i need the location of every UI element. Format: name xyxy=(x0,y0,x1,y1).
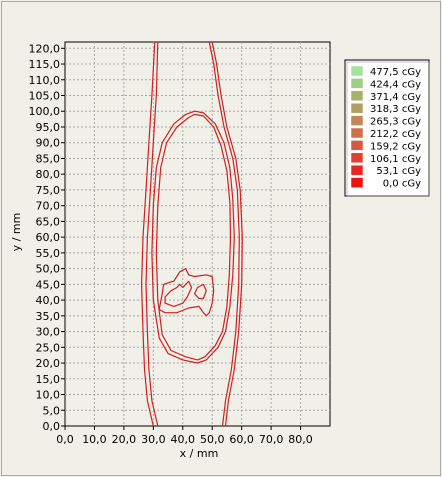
legend-label: 318,3 cGy xyxy=(370,104,421,115)
y-tick-label: 40,0 xyxy=(36,294,61,307)
dose-contour-chart: 0,0 10,0 20,0 30,0 40,0 50,0 60,0 70,0 80,0 0,0 5… xyxy=(10,41,430,460)
x-tick-labels: 0,0 10,0 20,0 30,0 40,0 50,0 60,0 70,0 80,0 xyxy=(56,426,313,446)
x-tick-label: 60,0 xyxy=(229,433,254,446)
y-tick-label: 55,0 xyxy=(36,247,61,260)
y-axis-label: y / mm xyxy=(10,213,23,252)
legend-label: 0,0 cGy xyxy=(383,179,421,190)
legend-swatch xyxy=(350,65,364,77)
legend-label: 424,4 cGy xyxy=(370,79,421,90)
y-tick-label: 70,0 xyxy=(36,200,61,213)
y-tick-label: 15,0 xyxy=(36,373,61,386)
x-tick-label: 50,0 xyxy=(200,433,225,446)
x-tick-label: 40,0 xyxy=(171,433,196,446)
y-tick-label: 10,0 xyxy=(36,389,61,402)
legend-swatch xyxy=(350,140,364,151)
y-tick-label: 5,0 xyxy=(43,404,61,417)
y-tick-label: 0,0 xyxy=(43,420,61,433)
legend-swatch xyxy=(350,102,364,114)
y-tick-label: 30,0 xyxy=(36,326,61,339)
y-tick-label: 110,0 xyxy=(29,74,61,87)
legend-label: 477,5 cGy xyxy=(370,67,421,78)
y-tick-label: 20,0 xyxy=(36,357,61,370)
x-tick-label: 30,0 xyxy=(141,433,166,446)
y-tick-label: 65,0 xyxy=(36,215,61,228)
y-tick-label: 100,0 xyxy=(29,105,61,118)
legend: 477,5 cGy424,4 cGy 371,4 cGy318,3 cGy 265,… xyxy=(344,59,430,197)
x-tick-label: 70,0 xyxy=(259,433,284,446)
x-tick-label: 20,0 xyxy=(112,433,137,446)
chart-window: 0,0 10,0 20,0 30,0 40,0 50,0 60,0 70,0 80,0 0,0 5… xyxy=(1,1,441,476)
x-tick-label: 10,0 xyxy=(82,433,107,446)
y-tick-label: 115,0 xyxy=(29,58,61,71)
y-tick-label: 35,0 xyxy=(36,310,61,323)
x-axis-label: x / mm xyxy=(180,447,219,460)
y-tick-label: 85,0 xyxy=(36,152,61,165)
legend-label: 106,1 cGy xyxy=(370,154,421,165)
y-tick-label: 25,0 xyxy=(36,341,61,354)
y-tick-label: 60,0 xyxy=(36,231,61,244)
plot-area xyxy=(64,41,331,427)
y-tick-label: 105,0 xyxy=(29,90,61,103)
legend-label: 53,1 cGy xyxy=(376,166,421,177)
legend-swatch xyxy=(350,152,364,164)
y-tick-label: 90,0 xyxy=(36,137,61,150)
legend-label: 212,2 cGy xyxy=(370,129,421,140)
y-tick-label: 75,0 xyxy=(36,184,61,197)
y-tick-label: 50,0 xyxy=(36,263,61,276)
x-tick-label: 80,0 xyxy=(288,433,313,446)
x-tick-label: 0,0 xyxy=(56,433,74,446)
legend-swatch xyxy=(350,115,364,126)
legend-swatch xyxy=(350,164,364,176)
legend-swatch xyxy=(350,90,364,102)
legend-label: 265,3 cGy xyxy=(370,117,421,128)
y-tick-labels: 0,0 5,0 10,0 15,0 20,0 25,0 30,0 35,0 40,0 45,0 50… xyxy=(29,42,65,433)
legend-swatch xyxy=(350,127,364,139)
legend-swatch xyxy=(350,78,364,89)
legend-swatch xyxy=(350,177,364,188)
y-tick-label: 95,0 xyxy=(36,121,61,134)
y-tick-label: 120,0 xyxy=(29,42,61,55)
y-tick-label: 45,0 xyxy=(36,278,61,291)
y-tick-label: 80,0 xyxy=(36,168,61,181)
legend-label: 159,2 cGy xyxy=(370,141,421,152)
legend-label: 371,4 cGy xyxy=(370,92,421,103)
